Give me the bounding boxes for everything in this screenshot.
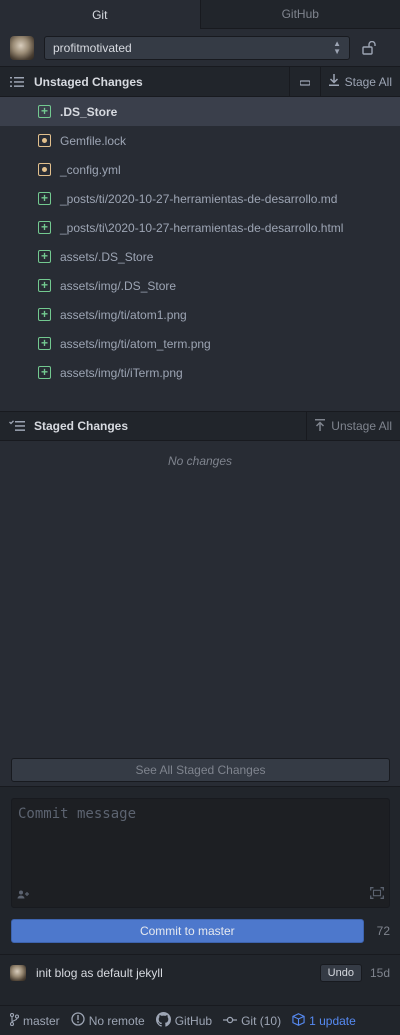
- unstaged-file-list: + .DS_Store Gemfile.lock _config.yml + _posts…: [0, 97, 400, 411]
- diff-added-icon: +: [38, 192, 51, 205]
- list-item[interactable]: Gemfile.lock: [0, 126, 400, 155]
- screen-full-icon[interactable]: [370, 887, 384, 902]
- move-up-icon: [315, 418, 326, 434]
- update-status[interactable]: 1 update: [292, 1012, 356, 1029]
- file-path: _config.yml: [60, 162, 121, 177]
- list-item[interactable]: _config.yml: [0, 155, 400, 184]
- unstage-all-label: Unstage All: [331, 419, 392, 433]
- unstaged-changes-header: Unstaged Changes Stage All: [0, 67, 400, 97]
- git-commit-icon: [223, 1014, 238, 1028]
- file-path: _posts/ti/2020-10-27-herramientas-de-des…: [60, 191, 338, 206]
- staged-file-list: No changes See All Staged Changes: [0, 441, 400, 786]
- see-all-staged-changes-button[interactable]: See All Staged Changes: [11, 758, 390, 782]
- select-arrows-icon: ▲ ▼: [333, 38, 341, 56]
- discard-all-button[interactable]: [288, 67, 320, 96]
- dash-icon: [298, 75, 311, 89]
- git-branch-icon: [9, 1012, 20, 1029]
- branch-name: master: [23, 1013, 60, 1028]
- tab-git[interactable]: Git: [0, 0, 201, 29]
- diff-added-icon: +: [38, 337, 51, 350]
- remaining-characters-count: 72: [376, 924, 390, 938]
- staged-changes-header: Staged Changes Unstage All: [0, 411, 400, 441]
- recent-commit-avatar: [10, 965, 26, 981]
- checklist-icon: [0, 420, 34, 432]
- no-changes-label: No changes: [167, 454, 233, 468]
- file-path: Gemfile.lock: [60, 133, 127, 148]
- tab-github[interactable]: GitHub: [200, 0, 400, 29]
- file-path: assets/img/ti/atom1.png: [60, 307, 187, 322]
- list-item[interactable]: + assets/img/ti/atom_term.png: [0, 329, 400, 358]
- panel-tabs: Git GitHub: [0, 0, 400, 29]
- undo-commit-button[interactable]: Undo: [319, 964, 362, 982]
- person-add-icon[interactable]: [17, 890, 29, 902]
- status-bar: master No remote GitHub Git (10) 1 updat…: [0, 1005, 400, 1035]
- package-icon: [292, 1012, 305, 1029]
- commit-message-input[interactable]: [12, 799, 389, 879]
- file-path: assets/img/ti/atom_term.png: [60, 336, 211, 351]
- stage-all-label: Stage All: [344, 74, 392, 89]
- github-status[interactable]: GitHub: [155, 1011, 213, 1030]
- diff-added-icon: +: [38, 279, 51, 292]
- diff-added-icon: +: [38, 221, 51, 234]
- unstaged-changes-title: Unstaged Changes: [34, 74, 143, 89]
- recent-commit: init blog as default jekyll Undo 15d: [0, 954, 400, 991]
- repository-name: profitmotivated: [53, 40, 132, 55]
- diff-added-icon: +: [38, 250, 51, 263]
- list-item[interactable]: + assets/.DS_Store: [0, 242, 400, 271]
- list-unordered-icon: [0, 76, 34, 88]
- update-label: 1 update: [309, 1013, 356, 1028]
- file-path: _posts/ti\2020-10-27-herramientas-de-des…: [60, 220, 344, 235]
- remote-label: No remote: [88, 1013, 145, 1028]
- branch-status[interactable]: master: [9, 1012, 60, 1029]
- list-item[interactable]: + _posts/ti/2020-10-27-herramientas-de-de…: [0, 184, 400, 213]
- diff-modified-icon: [38, 134, 51, 147]
- commit-row: Commit to master 72: [11, 919, 390, 943]
- unstaged-files: + .DS_Store Gemfile.lock _config.yml + _posts…: [0, 97, 400, 387]
- list-item[interactable]: + assets/img/.DS_Store: [0, 271, 400, 300]
- file-path: .DS_Store: [60, 104, 118, 119]
- repository-row: profitmotivated ▲ ▼: [0, 29, 400, 67]
- git-status[interactable]: Git (10): [223, 1014, 281, 1028]
- commit-message-box: [11, 798, 390, 908]
- list-item[interactable]: + _posts/ti\2020-10-27-herramientas-de-de…: [0, 213, 400, 242]
- move-down-icon: [328, 74, 339, 89]
- git-label: Git (10): [241, 1013, 282, 1028]
- commit-area: Commit to master 72: [0, 786, 400, 954]
- list-item[interactable]: + assets/img/ti/iTerm.png: [0, 358, 400, 387]
- diff-added-icon: +: [38, 308, 51, 321]
- file-path: assets/img/.DS_Store: [60, 278, 177, 293]
- staged-changes-title: Staged Changes: [34, 419, 129, 433]
- unlock-icon[interactable]: [360, 38, 380, 58]
- unstage-all-button[interactable]: Unstage All: [306, 412, 400, 440]
- file-path: assets/.DS_Store: [60, 249, 154, 264]
- file-path: assets/img/ti/iTerm.png: [60, 365, 183, 380]
- diff-added-icon: +: [38, 366, 51, 379]
- remote-status[interactable]: No remote: [71, 1012, 145, 1029]
- recent-commit-message[interactable]: init blog as default jekyll: [36, 966, 320, 980]
- diff-added-icon: +: [38, 105, 51, 118]
- stage-all-button[interactable]: Stage All: [319, 67, 400, 96]
- list-item[interactable]: + assets/img/ti/atom1.png: [0, 300, 400, 329]
- recent-commit-age: 15d: [369, 966, 390, 980]
- commit-button[interactable]: Commit to master: [11, 919, 364, 943]
- avatar: [10, 35, 34, 60]
- mark-github-icon: [155, 1011, 171, 1030]
- github-label: GitHub: [174, 1013, 213, 1028]
- list-item[interactable]: + .DS_Store: [0, 97, 400, 126]
- no-remote-icon: [71, 1012, 85, 1029]
- diff-modified-icon: [38, 163, 51, 176]
- repository-select[interactable]: profitmotivated ▲ ▼: [44, 35, 350, 60]
